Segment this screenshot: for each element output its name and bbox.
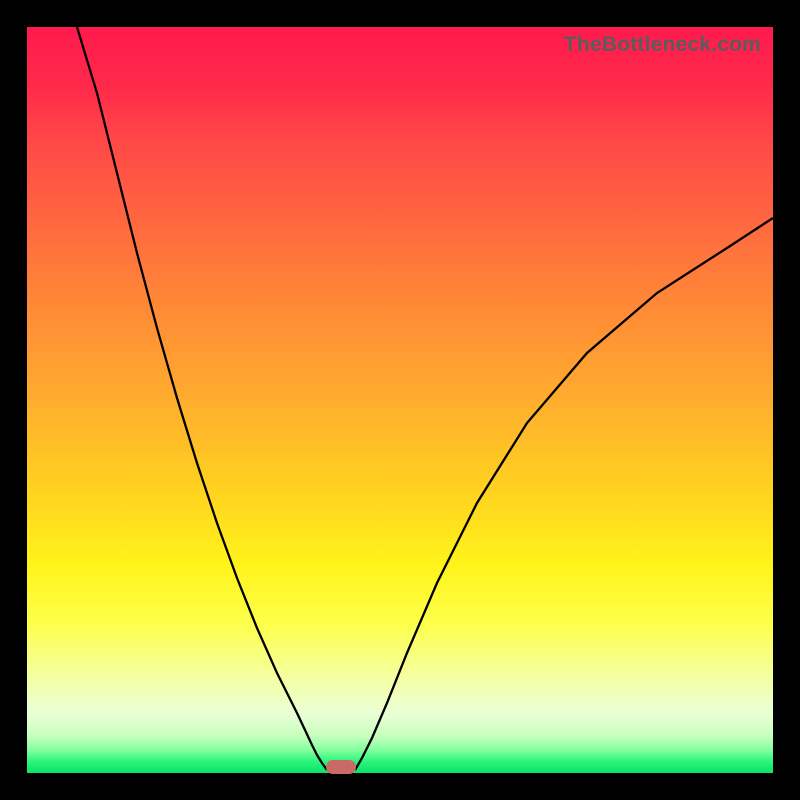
minimum-marker (326, 760, 356, 774)
bottleneck-curve (27, 27, 773, 773)
curve-left-arm (77, 27, 327, 770)
plot-area: TheBottleneck.com (27, 27, 773, 773)
chart-frame: TheBottleneck.com (0, 0, 800, 800)
watermark-text: TheBottleneck.com (564, 33, 761, 57)
curve-right-arm (355, 218, 773, 770)
